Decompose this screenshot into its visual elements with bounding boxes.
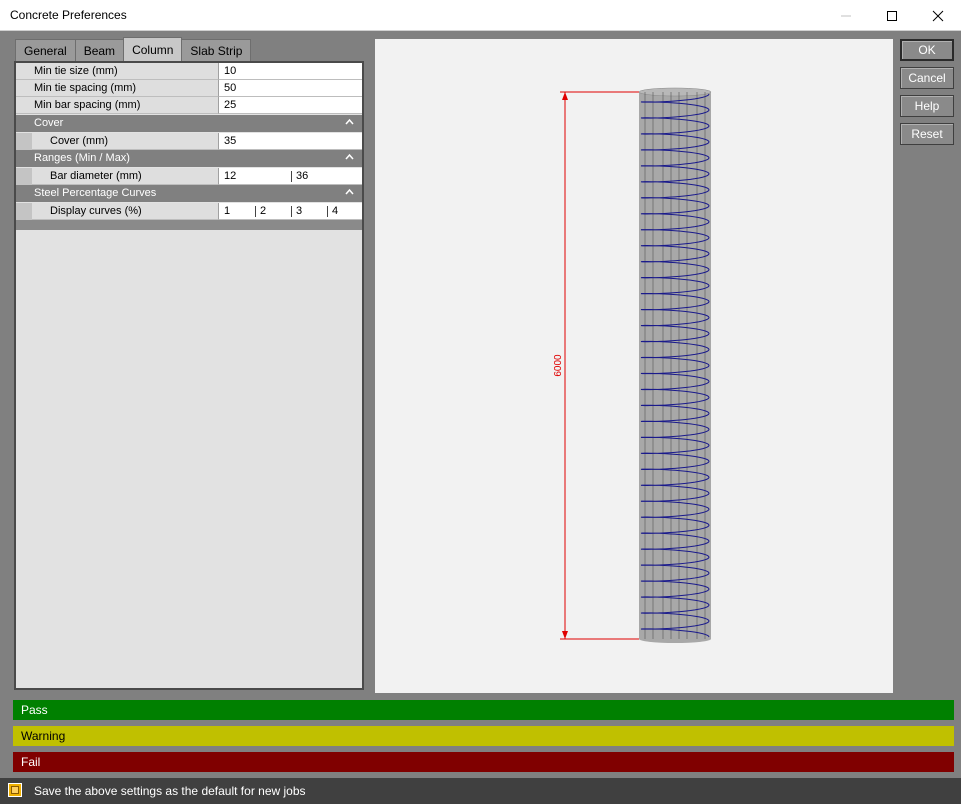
row-label: Min tie spacing (mm) xyxy=(16,80,218,97)
category-ranges[interactable]: Ranges (Min / Max) xyxy=(16,150,362,167)
chevron-up-icon[interactable] xyxy=(345,118,354,125)
row-label: Cover (mm) xyxy=(16,133,218,150)
column-body xyxy=(638,87,712,643)
help-button[interactable]: Help xyxy=(900,95,954,117)
row-display-curves: Display curves (%) 1 2 3 4 xyxy=(16,203,362,220)
dimension-arrow-top xyxy=(562,92,568,100)
chevron-up-icon[interactable] xyxy=(345,188,354,195)
window-title: Concrete Preferences xyxy=(10,8,127,22)
cancel-button[interactable]: Cancel xyxy=(900,67,954,89)
column-top-face xyxy=(638,87,712,97)
legend-pass: Pass xyxy=(13,700,954,720)
ok-button[interactable]: OK xyxy=(900,39,954,61)
display-curve-3-field[interactable]: 3 xyxy=(291,203,302,220)
close-icon xyxy=(932,10,944,21)
legend-fail: Fail xyxy=(13,752,954,772)
dimension-arrow-bottom xyxy=(562,631,568,639)
min-tie-size-field[interactable]: 10 xyxy=(218,63,362,80)
save-default-checkbox[interactable] xyxy=(8,783,22,797)
tab-slab-strip[interactable]: Slab Strip xyxy=(181,39,252,61)
reset-button[interactable]: Reset xyxy=(900,123,954,145)
row-label: Bar diameter (mm) xyxy=(16,168,218,185)
save-default-label: Save the above settings as the default f… xyxy=(34,784,306,798)
height-dimension: 6000 xyxy=(553,91,639,640)
category-cover[interactable]: Cover xyxy=(16,115,362,132)
bar-diameter-min-field[interactable]: 12 xyxy=(219,168,236,185)
tab-beam[interactable]: Beam xyxy=(74,39,125,61)
close-button[interactable] xyxy=(915,0,961,31)
category-steel-percentage-curves[interactable]: Steel Percentage Curves xyxy=(16,185,362,202)
height-dimension-label: 6000 xyxy=(553,354,564,377)
row-label: Display curves (%) xyxy=(16,203,218,220)
tab-column[interactable]: Column xyxy=(123,37,183,61)
category-title: Ranges (Min / Max) xyxy=(34,152,130,164)
row-bar-diameter: Bar diameter (mm) 12 36 xyxy=(16,168,362,185)
minimize-button[interactable] xyxy=(823,0,869,31)
category-title: Steel Percentage Curves xyxy=(34,187,157,199)
min-bar-spacing-field[interactable]: 25 xyxy=(218,97,362,114)
row-gutter xyxy=(16,133,32,150)
legend-warning: Warning xyxy=(13,726,954,746)
maximize-icon xyxy=(887,10,897,21)
tab-general[interactable]: General xyxy=(15,39,76,61)
display-curve-2-field[interactable]: 2 xyxy=(255,203,266,220)
maximize-button[interactable] xyxy=(869,0,915,31)
property-grid: Min tie size (mm) 10 Min tie spacing (mm… xyxy=(14,61,364,690)
bar-diameter-max-field[interactable]: 36 xyxy=(291,168,308,185)
bar-diameter-field: 12 36 xyxy=(218,168,362,185)
chevron-up-icon[interactable] xyxy=(345,153,354,160)
row-min-bar-spacing: Min bar spacing (mm) 25 xyxy=(16,97,362,114)
footer-bar: Save the above settings as the default f… xyxy=(0,778,961,804)
row-min-tie-size: Min tie size (mm) 10 xyxy=(16,63,362,80)
minimize-icon xyxy=(841,15,851,16)
cover-field[interactable]: 35 xyxy=(218,133,362,150)
row-min-tie-spacing: Min tie spacing (mm) 50 xyxy=(16,80,362,97)
category-title: Cover xyxy=(34,117,64,129)
column-bottom-face xyxy=(639,635,711,643)
min-tie-spacing-field[interactable]: 50 xyxy=(218,80,362,97)
row-cover: Cover (mm) 35 xyxy=(16,133,362,150)
row-label: Min bar spacing (mm) xyxy=(16,97,218,114)
column-drawing: 6000 xyxy=(553,87,712,643)
display-curves-field: 1 2 3 4 xyxy=(218,203,362,220)
tab-strip: General Beam Column Slab Strip xyxy=(15,37,252,61)
row-gutter xyxy=(16,168,32,185)
row-gutter xyxy=(16,203,32,220)
row-label: Min tie size (mm) xyxy=(16,63,218,80)
column-preview: 6000 xyxy=(375,39,893,693)
display-curve-4-field[interactable]: 4 xyxy=(327,203,338,220)
display-curve-1-field[interactable]: 1 xyxy=(219,203,230,220)
title-bar: Concrete Preferences xyxy=(0,0,961,31)
column-shaft xyxy=(639,92,711,639)
grid-footer xyxy=(16,220,362,230)
